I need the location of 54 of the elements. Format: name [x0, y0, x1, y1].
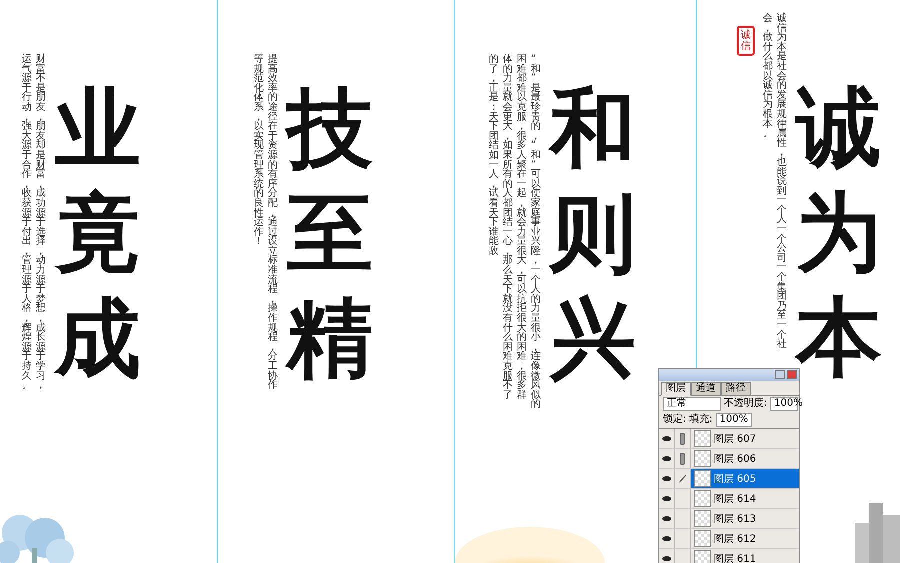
- vertical-text-column: 困难都难以克服，很多人聚在一起，就会力量很大，可以抗拒很大的困难，很多群: [517, 55, 528, 410]
- layer-thumbnail: [694, 550, 711, 563]
- vertical-text-column: 体的力量就会更大，如果所有的人都团结一心，那么天下就没有什么困难克服不了: [503, 55, 514, 410]
- opacity-label: 不透明度:: [724, 398, 768, 410]
- layer-name: 图层 613: [714, 512, 756, 526]
- vertical-text-column: 提高效率的途径在于资源的有序分配，通过设立标准流程，操作规程，分工协作: [268, 55, 279, 391]
- minimize-button[interactable]: [775, 370, 785, 379]
- vertical-text-column: “和”是最珍贵的，“和”可以使家庭事业兴隆，一个人的力量很小，连像微风似的: [531, 55, 542, 410]
- calligraphy-title: 诚为本: [796, 77, 882, 390]
- eye-icon[interactable]: [662, 556, 672, 562]
- panel-tab[interactable]: 路径: [721, 382, 751, 396]
- layer-thumbnail: [694, 510, 711, 527]
- layer-row[interactable]: 图层 607: [659, 429, 799, 449]
- layer-row[interactable]: 图层 614: [659, 489, 799, 509]
- lock-label: 锁定:: [663, 414, 686, 426]
- calligraphy-title: 技至精: [287, 77, 373, 392]
- fill-label: 填充:: [689, 414, 713, 426]
- panel-tab[interactable]: 图层: [661, 382, 691, 396]
- vertical-text-column: 诚信为本是社会的发展规律属性，也能说到一个人一个公司一个集团乃至一个社: [777, 14, 788, 350]
- layer-name: 图层 612: [714, 532, 756, 546]
- layer-row[interactable]: 图层 606: [659, 449, 799, 469]
- blend-mode-select[interactable]: 正常: [663, 397, 721, 411]
- eye-icon[interactable]: [662, 476, 672, 482]
- eye-icon[interactable]: [662, 436, 672, 442]
- layer-name: 图层 606: [714, 452, 756, 466]
- layer-thumbnail: [694, 490, 711, 507]
- layer-row[interactable]: 图层 605: [659, 469, 799, 489]
- vertical-text-column: 会，做什么都以诚信为根本。: [763, 14, 774, 350]
- layer-row[interactable]: 图层 612: [659, 529, 799, 549]
- eye-icon[interactable]: [662, 456, 672, 462]
- layer-name: 图层 605: [714, 472, 756, 486]
- seal-stamp: 诚信: [737, 26, 755, 56]
- layer-thumbnail: [694, 470, 711, 487]
- vertical-text-column: 的了，正是：天下团结如一人，试看天下谁能敌: [489, 55, 500, 410]
- calligraphy-title: 和则兴: [550, 78, 636, 391]
- vertical-text-column: 运气源于行动，强大源于合作，收获源于付出，管理源于人格，辉煌源于持久。: [22, 55, 33, 391]
- layer-row[interactable]: 图层 613: [659, 509, 799, 529]
- layer-name: 图层 607: [714, 432, 756, 446]
- chain-icon[interactable]: [680, 452, 685, 464]
- fill-field[interactable]: 100%: [716, 413, 752, 427]
- layer-name: 图层 614: [714, 492, 756, 506]
- vertical-text-column: 等规范化体系，以实现管理系统的良性运作！: [254, 55, 265, 391]
- eye-icon[interactable]: [662, 496, 672, 502]
- layer-thumbnail: [694, 450, 711, 467]
- brush-icon: [678, 474, 687, 484]
- layer-name: 图层 611: [714, 552, 756, 563]
- eye-icon[interactable]: [662, 516, 672, 522]
- panel-tab[interactable]: 通道: [691, 382, 721, 396]
- eye-icon[interactable]: [662, 536, 672, 542]
- vertical-text-column: 财富不是朋友，朋友却是财富，成功源于选择，动力源于梦想，成长源于学习，: [36, 55, 47, 391]
- calligraphy-title: 业竟成: [55, 78, 141, 391]
- layer-thumbnail: [694, 530, 711, 547]
- layer-row[interactable]: 图层 611: [659, 549, 799, 563]
- chain-icon[interactable]: [680, 432, 685, 444]
